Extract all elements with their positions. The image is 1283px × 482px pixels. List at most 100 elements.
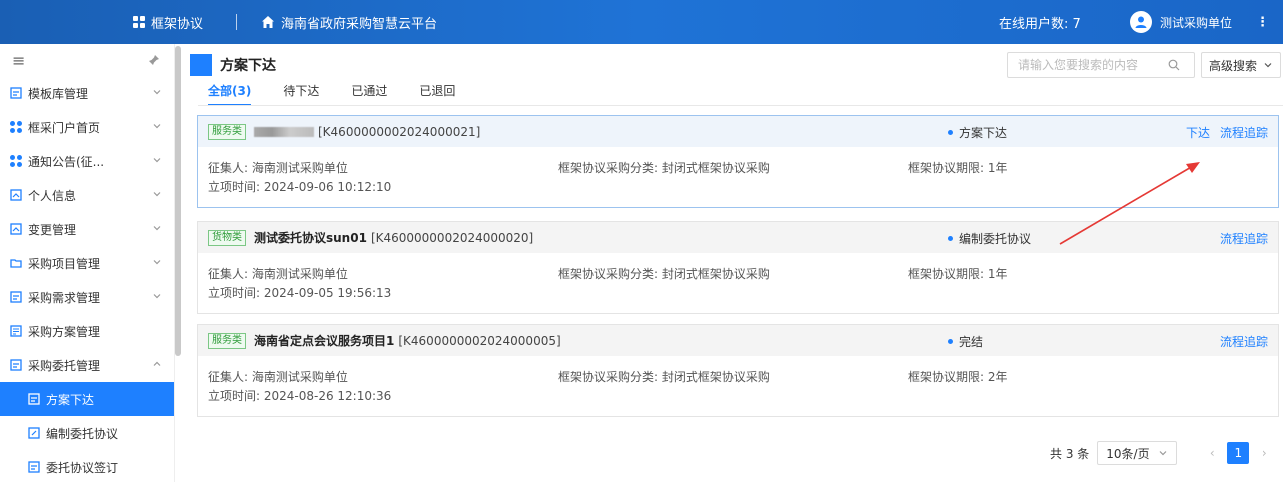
- user-name: 测试采购单位: [1160, 15, 1233, 30]
- process-trace-link[interactable]: 流程追踪: [1220, 230, 1268, 247]
- plan-icon: [10, 325, 22, 337]
- sidebar-item-portal-home[interactable]: 框采门户首页: [0, 110, 174, 144]
- sidebar-item-label: 采购方案管理: [28, 324, 101, 339]
- record-header: 服务类 海南省定点会议服务项目1 [K4600000002024000005] …: [198, 325, 1278, 356]
- title-accent: [190, 54, 212, 76]
- category-tag: 服务类: [208, 123, 246, 140]
- page-number-current[interactable]: 1: [1227, 442, 1250, 464]
- more-icon[interactable]: ⋮: [1256, 0, 1269, 44]
- chevron-down-icon: [153, 294, 161, 299]
- sidebar-item-label: 编制委托协议: [46, 426, 119, 441]
- project-code: [K4600000002024000005]: [398, 333, 561, 348]
- status-badge: 完结: [948, 333, 983, 350]
- chevron-down-icon: [153, 90, 161, 95]
- agreement-term: 框架协议期限: 2年: [908, 370, 1008, 384]
- redacted-name: [254, 126, 314, 137]
- edit-document-icon: [28, 427, 40, 439]
- search-input[interactable]: [1008, 54, 1168, 76]
- project-code: [K4600000002024000020]: [370, 230, 534, 245]
- chevron-down-icon: [153, 192, 161, 197]
- created-time: 立项时间: 2024-09-06 10:12:10: [208, 180, 392, 194]
- sidebar: ≡ 模板库管理 框采门户首页 通知公告(征... 个人信息 变更管理 采购项目管…: [0, 44, 175, 482]
- collector: 征集人: 海南测试采购单位: [208, 161, 348, 175]
- sidebar-item-purchase-projects[interactable]: 采购项目管理: [0, 246, 174, 280]
- status-text: 方案下达: [959, 126, 1008, 140]
- sidebar-item-template-library[interactable]: 模板库管理: [0, 76, 174, 110]
- chevron-down-icon: [153, 226, 161, 231]
- record-actions: 下达 流程追踪: [1176, 124, 1268, 141]
- sidebar-item-personal-info[interactable]: 个人信息: [0, 178, 174, 212]
- issue-link[interactable]: 下达: [1186, 124, 1210, 141]
- status-dot-icon: [948, 236, 953, 241]
- sidebar-item-commission-management[interactable]: 采购委托管理: [0, 348, 174, 382]
- tabs-divider: [198, 105, 1283, 106]
- sidebar-item-label: 采购项目管理: [28, 256, 101, 271]
- advanced-search-button[interactable]: 高级搜索: [1201, 52, 1281, 78]
- profile-icon: [10, 189, 22, 201]
- record-card[interactable]: 货物类 测试委托协议sun01 [K4600000002024000020] 编…: [197, 221, 1279, 314]
- chevron-down-icon: [1264, 63, 1272, 68]
- user-menu[interactable]: 测试采购单位: [1130, 0, 1232, 44]
- online-users: 在线用户数: 7: [999, 16, 1081, 32]
- search-icon[interactable]: [1168, 59, 1180, 71]
- category-tag: 货物类: [208, 229, 246, 246]
- tab-returned[interactable]: 已退回: [419, 82, 455, 106]
- sidebar-item-notices[interactable]: 通知公告(征...: [0, 144, 174, 178]
- procurement-category: 框架协议采购分类: 封闭式框架协议采购: [558, 370, 770, 384]
- page-title: 方案下达: [220, 58, 276, 74]
- apps-icon: [10, 121, 22, 133]
- advanced-search-label: 高级搜索: [1208, 58, 1257, 73]
- status-tabs: 全部(3) 待下达 已通过 已退回: [208, 82, 487, 106]
- sidebar-item-purchase-requirements[interactable]: 采购需求管理: [0, 280, 174, 314]
- grid-icon: [133, 16, 145, 28]
- process-trace-link[interactable]: 流程追踪: [1220, 124, 1268, 141]
- chevron-up-icon: [153, 361, 161, 366]
- chevron-down-icon: [1159, 451, 1167, 456]
- sidebar-item-label: 变更管理: [28, 222, 77, 237]
- menu-toggle-icon[interactable]: ≡: [12, 51, 25, 70]
- prev-page-icon[interactable]: ‹: [1205, 446, 1219, 460]
- procurement-category: 框架协议采购分类: 封闭式框架协议采购: [558, 267, 770, 281]
- sidebar-subitem-draft-agreement[interactable]: 编制委托协议: [0, 416, 174, 450]
- category-tag: 服务类: [208, 332, 246, 349]
- sidebar-item-purchase-plans[interactable]: 采购方案管理: [0, 314, 174, 348]
- record-header: 货物类 测试委托协议sun01 [K4600000002024000020] 编…: [198, 222, 1278, 253]
- sidebar-item-label: 个人信息: [28, 188, 77, 203]
- platform-link[interactable]: 海南省政府采购智慧云平台: [261, 0, 437, 44]
- record-actions: 流程追踪: [1210, 230, 1268, 247]
- status-badge: 方案下达: [948, 124, 1007, 141]
- record-body: 征集人: 海南测试采购单位 框架协议采购分类: 封闭式框架协议采购 框架协议期限…: [198, 147, 1278, 207]
- page-size-select[interactable]: 10条/页: [1097, 441, 1178, 465]
- sidebar-subitem-plan-issue[interactable]: 方案下达: [0, 382, 174, 416]
- tab-pending[interactable]: 待下达: [283, 82, 319, 106]
- process-trace-link[interactable]: 流程追踪: [1220, 333, 1268, 350]
- sign-document-icon: [28, 461, 40, 473]
- sidebar-scrollbar[interactable]: [175, 46, 181, 356]
- record-header: 服务类 [K4600000002024000021] 方案下达 下达 流程追踪: [198, 116, 1278, 147]
- platform-label: 海南省政府采购智慧云平台: [281, 16, 438, 32]
- next-page-icon[interactable]: ›: [1257, 446, 1271, 460]
- status-dot-icon: [948, 339, 953, 344]
- page-size-value: 10条/页: [1106, 446, 1150, 461]
- status-text: 完结: [959, 335, 984, 349]
- created-time: 立项时间: 2024-08-26 12:10:36: [208, 389, 392, 403]
- total-count: 共 3 条: [1050, 446, 1090, 461]
- record-body: 征集人: 海南测试采购单位 框架协议采购分类: 封闭式框架协议采购 框架协议期限…: [198, 253, 1278, 313]
- record-card[interactable]: 服务类 [K4600000002024000021] 方案下达 下达 流程追踪 …: [197, 115, 1279, 208]
- module-switch[interactable]: 框架协议: [133, 0, 203, 44]
- pin-icon[interactable]: [148, 54, 160, 66]
- document-icon: [10, 291, 22, 303]
- sidebar-item-change-management[interactable]: 变更管理: [0, 212, 174, 246]
- sidebar-subitem-sign-agreement[interactable]: 委托协议签订: [0, 450, 174, 482]
- change-icon: [10, 223, 22, 235]
- sidebar-item-label: 采购需求管理: [28, 290, 101, 305]
- record-card[interactable]: 服务类 海南省定点会议服务项目1 [K4600000002024000005] …: [197, 324, 1279, 417]
- tab-approved[interactable]: 已通过: [351, 82, 387, 106]
- status-dot-icon: [948, 130, 953, 135]
- sidebar-item-label: 委托协议签订: [46, 460, 119, 475]
- procurement-category: 框架协议采购分类: 封闭式框架协议采购: [558, 161, 770, 175]
- page-header: 方案下达: [190, 54, 276, 76]
- tab-all[interactable]: 全部(3): [208, 82, 252, 106]
- user-avatar-icon: [1130, 11, 1152, 33]
- document-icon: [10, 87, 22, 99]
